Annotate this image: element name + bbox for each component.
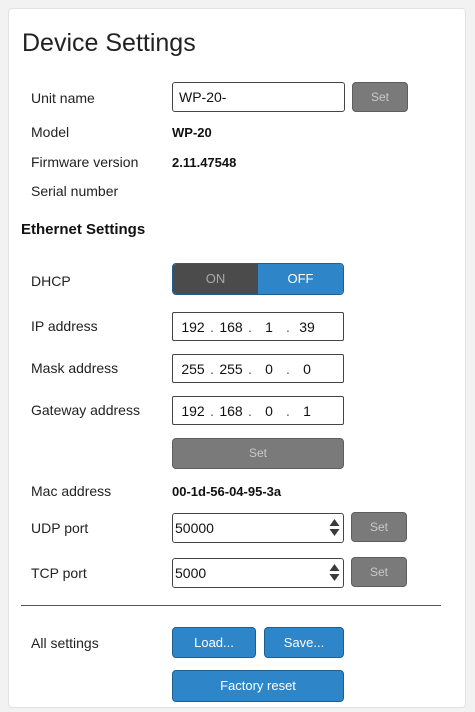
mask-octet-2[interactable]: 255 xyxy=(217,361,245,377)
octet-separator: . xyxy=(248,402,252,419)
octet-separator: . xyxy=(286,318,290,335)
udp-port-input[interactable]: 50000 xyxy=(172,513,344,543)
mask-octet-4[interactable]: 0 xyxy=(293,361,321,377)
udp-port-label: UDP port xyxy=(31,520,89,536)
dhcp-label: DHCP xyxy=(31,273,71,289)
tcp-port-value: 5000 xyxy=(175,565,207,581)
save-button[interactable]: Save... xyxy=(264,627,344,658)
tcp-port-label: TCP port xyxy=(31,565,87,581)
page-title: Device Settings xyxy=(22,29,196,57)
mac-address-label: Mac address xyxy=(31,483,112,499)
gateway-octet-4[interactable]: 1 xyxy=(293,403,321,419)
serial-number-label: Serial number xyxy=(31,183,119,199)
gateway-address-field[interactable]: 192. 168. 0. 1 xyxy=(172,396,344,425)
mask-address-field[interactable]: 255. 255. 0. 0 xyxy=(172,354,344,383)
octet-separator: . xyxy=(248,360,252,377)
firmware-value: 2.11.47548 xyxy=(172,155,237,170)
ethernet-settings-heading: Ethernet Settings xyxy=(21,221,146,238)
gateway-octet-3[interactable]: 0 xyxy=(255,403,283,419)
firmware-label: Firmware version xyxy=(31,154,139,170)
up-down-arrows-icon[interactable] xyxy=(329,518,340,537)
octet-separator: . xyxy=(286,360,290,377)
dhcp-on-option[interactable]: ON xyxy=(173,264,258,294)
load-button[interactable]: Load... xyxy=(172,627,256,658)
udp-port-set-button[interactable]: Set xyxy=(351,512,407,542)
octet-separator: . xyxy=(210,402,214,419)
unit-name-label: Unit name xyxy=(31,90,95,106)
all-settings-label: All settings xyxy=(31,635,99,651)
dhcp-off-option[interactable]: OFF xyxy=(258,264,343,294)
tcp-port-input[interactable]: 5000 xyxy=(172,558,344,588)
ip-octet-3[interactable]: 1 xyxy=(255,319,283,335)
udp-port-value: 50000 xyxy=(175,520,214,536)
octet-separator: . xyxy=(210,360,214,377)
octet-separator: . xyxy=(210,318,214,335)
mask-octet-3[interactable]: 0 xyxy=(255,361,283,377)
section-divider xyxy=(21,605,441,606)
mask-octet-1[interactable]: 255 xyxy=(179,361,207,377)
gateway-address-label: Gateway address xyxy=(31,402,140,418)
tcp-port-set-button[interactable]: Set xyxy=(351,557,407,587)
dhcp-toggle[interactable]: ON OFF xyxy=(172,263,344,295)
ip-octet-2[interactable]: 168 xyxy=(217,319,245,335)
gateway-octet-2[interactable]: 168 xyxy=(217,403,245,419)
ip-address-field[interactable]: 192. 168. 1. 39 xyxy=(172,312,344,341)
ip-address-label: IP address xyxy=(31,318,98,334)
gateway-octet-1[interactable]: 192 xyxy=(179,403,207,419)
mac-address-value: 00-1d-56-04-95-3a xyxy=(172,484,282,499)
device-settings-panel: Device Settings Unit name WP-20- Set Mod… xyxy=(8,8,466,708)
factory-reset-button[interactable]: Factory reset xyxy=(172,670,344,702)
ip-octet-4[interactable]: 39 xyxy=(293,319,321,335)
unit-name-input[interactable]: WP-20- xyxy=(172,82,345,112)
up-down-arrows-icon[interactable] xyxy=(329,563,340,582)
mask-address-label: Mask address xyxy=(31,360,119,376)
octet-separator: . xyxy=(286,402,290,419)
octet-separator: . xyxy=(248,318,252,335)
model-label: Model xyxy=(31,124,70,140)
model-value: WP-20 xyxy=(172,125,212,140)
ip-octet-1[interactable]: 192 xyxy=(179,319,207,335)
ethernet-set-button[interactable]: Set xyxy=(172,438,344,469)
unit-name-set-button[interactable]: Set xyxy=(352,82,408,112)
